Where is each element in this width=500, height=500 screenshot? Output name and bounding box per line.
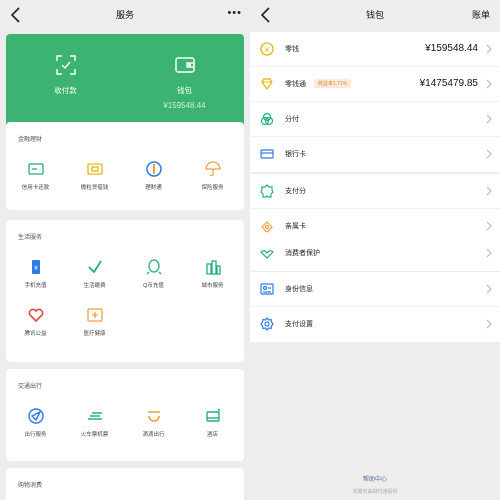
section-title: 金融理财	[18, 137, 43, 143]
didi-ride[interactable]: 滴滴出行	[124, 407, 183, 438]
section-title: 购物消费	[18, 483, 43, 489]
wallet-group-settings: 身份信息 支付设置	[250, 272, 500, 342]
loan-icon	[86, 163, 103, 175]
shopping-section: 购物消费	[6, 468, 244, 500]
train-flight-tickets[interactable]: 火车票机票	[65, 407, 124, 438]
chevron-right-icon	[486, 114, 492, 124]
row-payment-settings[interactable]: 支付设置	[250, 307, 500, 342]
mobile-recharge[interactable]: ¥ 手机充值	[6, 258, 65, 289]
tencent-charity[interactable]: 腾讯公益	[6, 306, 65, 337]
consumer-protection-icon	[260, 250, 274, 259]
hotel-bed-icon	[205, 408, 220, 422]
chevron-right-icon	[486, 284, 492, 294]
qcoin-recharge[interactable]: Q币充值	[124, 258, 183, 289]
utility-payment[interactable]: 生活缴费	[65, 258, 124, 289]
wallet-group-protection: 消费者保护	[250, 236, 500, 271]
city-buildings-icon	[205, 260, 221, 275]
row-consumer-protection[interactable]: 消费者保护	[250, 236, 500, 271]
life-service-section: 生活服务 ¥ 手机充值 生活缴费 Q币充值 城市服务 腾讯公益 医疗健康	[6, 220, 244, 362]
navigation-arrow-icon	[27, 408, 44, 424]
row-change[interactable]: ¥ 零钱 ¥159548.44	[250, 32, 500, 67]
medical-plus-icon	[86, 308, 103, 322]
charity-heart-icon	[28, 308, 43, 323]
change-balance: ¥159548.44	[425, 43, 478, 54]
train-icon	[87, 412, 102, 420]
wallet-group-credit: 支付分 亲属卡	[250, 174, 500, 244]
licaitong[interactable]: 理财通	[124, 160, 183, 191]
row-bank-card[interactable]: 银行卡	[250, 137, 500, 172]
diamond-icon	[261, 78, 273, 91]
bill-button[interactable]: 账单	[472, 8, 490, 21]
yield-badge: 收益率1.71%	[314, 79, 352, 88]
services-topbar: 服务 •••	[0, 0, 250, 30]
wallet-pane: 钱包 账单 ¥ 零钱 ¥159548.44 零钱通 收益率1.71% ¥1475…	[250, 0, 500, 500]
chevron-right-icon	[486, 149, 492, 159]
phone-recharge-icon: ¥	[31, 260, 40, 274]
travel-service[interactable]: 出行服务	[6, 407, 65, 438]
lingqiantong-balance: ¥1475479.85	[419, 78, 478, 89]
receive-pay-label: 收付款	[54, 86, 77, 95]
didi-icon	[147, 411, 160, 422]
row-identity-info[interactable]: 身份信息	[250, 272, 500, 307]
hotel-service[interactable]: 酒店	[183, 407, 242, 438]
utility-check-icon	[87, 260, 102, 274]
svg-text:¥: ¥	[34, 265, 38, 272]
finance-section: 金融理财 信用卡还款 微粒贷借钱 理财通 保险服务	[6, 122, 244, 210]
city-service[interactable]: 城市服务	[183, 258, 242, 289]
chevron-right-icon	[486, 319, 492, 329]
chevron-right-icon	[486, 186, 492, 196]
coin-icon: ¥	[260, 42, 274, 56]
services-pane: 服务 ••• 收付款 钱包 ¥159548.44 金融理财 信用卡还款 微粒贷借…	[0, 0, 250, 500]
help-center-link[interactable]: 帮助中心	[250, 474, 500, 483]
wallet-button[interactable]: 钱包 ¥159548.44	[125, 54, 244, 110]
chevron-right-icon	[486, 248, 492, 258]
page-title: 钱包	[365, 10, 384, 20]
wallet-icon	[174, 57, 195, 73]
insurance-umbrella-icon	[204, 161, 221, 177]
row-payment-score[interactable]: 支付分	[250, 174, 500, 209]
svg-text:¥: ¥	[265, 46, 270, 54]
medical-health[interactable]: 医疗健康	[65, 306, 124, 337]
chevron-right-icon	[486, 79, 492, 89]
row-fenfu[interactable]: 分付	[250, 102, 500, 137]
transport-section: 交通出行 出行服务 火车票机票 滴滴出行 酒店	[6, 369, 244, 461]
fenfu-icon	[260, 112, 274, 126]
more-options-icon[interactable]: •••	[227, 7, 242, 19]
gear-icon	[260, 317, 274, 331]
wallet-group-balance: ¥ 零钱 ¥159548.44 零钱通 收益率1.71% ¥1475479.85…	[250, 32, 500, 172]
chevron-right-icon	[486, 221, 492, 231]
scan-pay-icon	[55, 55, 76, 75]
payment-score-icon	[260, 184, 274, 198]
weilidai-loan[interactable]: 微粒贷借钱	[65, 160, 124, 191]
chevron-right-icon	[486, 44, 492, 54]
row-lingqiantong[interactable]: 零钱通 收益率1.71% ¥1475479.85	[250, 67, 500, 102]
section-title: 交通出行	[18, 384, 43, 390]
wallet-label: 钱包	[177, 86, 192, 95]
wallet-topbar: 钱包 账单	[250, 0, 500, 30]
credit-card-icon	[27, 163, 44, 175]
section-title: 生活服务	[18, 235, 43, 241]
qq-penguin-icon	[146, 259, 161, 275]
bank-card-icon	[260, 149, 274, 159]
service-provider-note: 本服务由财付通提供	[352, 489, 398, 495]
receive-pay-button[interactable]: 收付款	[6, 54, 125, 96]
credit-card-repay[interactable]: 信用卡还款	[6, 160, 65, 191]
insurance-service[interactable]: 保险服务	[183, 160, 242, 191]
identity-card-icon	[260, 283, 274, 295]
wealth-icon	[145, 161, 162, 177]
page-title: 服务	[115, 10, 134, 20]
wallet-balance: ¥159548.44	[163, 101, 206, 110]
family-card-icon	[261, 221, 273, 233]
